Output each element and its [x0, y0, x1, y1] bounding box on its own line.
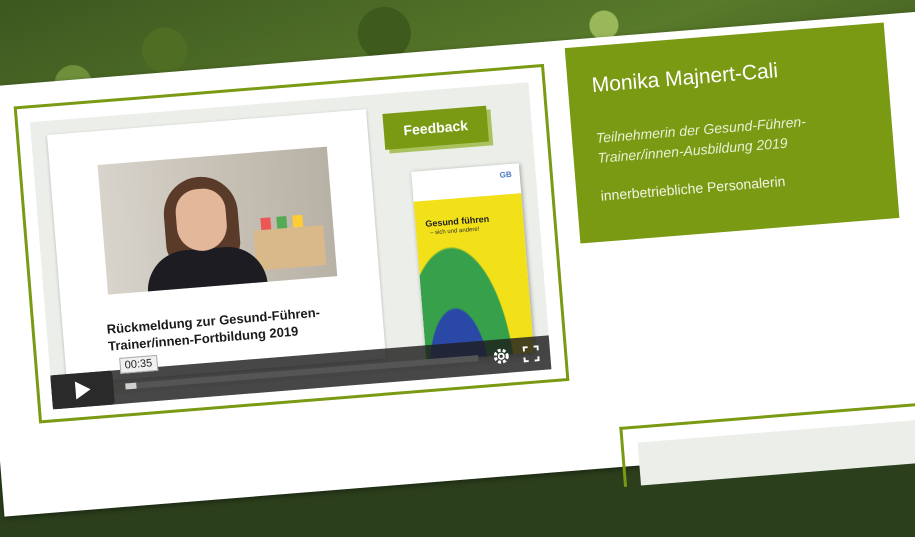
slide-caption: Rückmeldung zur Gesund-Führen-Trainer/in… [106, 304, 321, 354]
slide-paper: Rückmeldung zur Gesund-Führen-Trainer/in… [47, 109, 387, 385]
gear-icon [493, 348, 509, 364]
next-video-thumbnail [637, 420, 915, 486]
person-body [144, 243, 270, 295]
current-time: 00:35 [119, 354, 158, 374]
settings-button[interactable] [489, 344, 513, 368]
profile-role: Teilnehmerin der Gesund-Führen-Trainer/i… [595, 113, 807, 166]
play-icon [74, 381, 91, 400]
fullscreen-button[interactable] [519, 342, 543, 366]
testimonial-card: Rückmeldung zur Gesund-Führen-Trainer/in… [0, 11, 915, 517]
book-cover: GB Gesund führen – sich und andere! [411, 163, 535, 362]
play-button[interactable] [50, 370, 115, 410]
profile-job: innerbetriebliche Personalerin [600, 172, 786, 204]
book-logo-icon: GB [499, 169, 513, 180]
fullscreen-icon [522, 345, 540, 363]
webcam-image [97, 146, 338, 295]
profile-info-box: Monika Majnert-Cali Teilnehmerin der Ges… [564, 22, 900, 244]
next-video-frame[interactable] [619, 402, 915, 487]
timeline-progress [125, 382, 137, 390]
profile-name: Monika Majnert-Cali [590, 59, 779, 98]
feedback-label: Feedback [382, 105, 489, 150]
video-player[interactable]: Rückmeldung zur Gesund-Führen-Trainer/in… [13, 63, 570, 424]
background-shelf [253, 214, 327, 271]
